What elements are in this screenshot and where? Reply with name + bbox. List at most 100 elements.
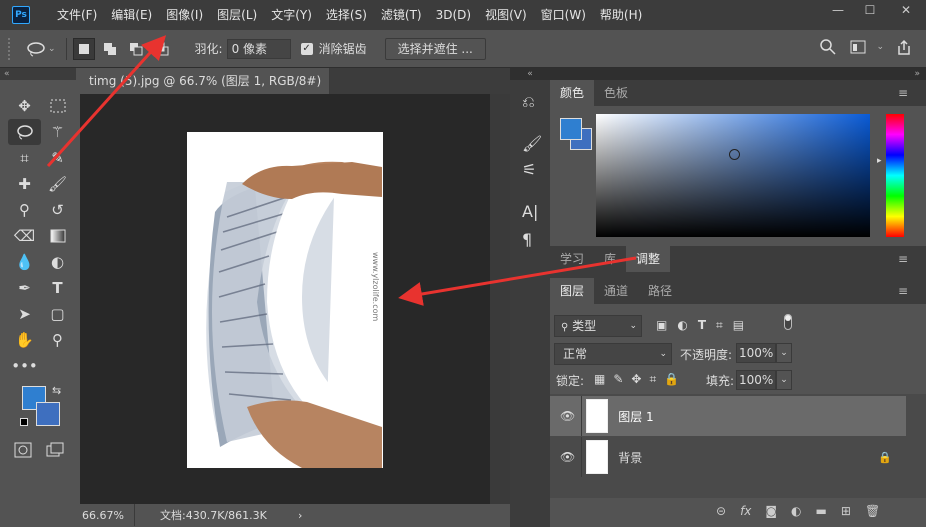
- close-button[interactable]: ✕: [886, 0, 926, 20]
- type-tool-icon[interactable]: T: [41, 275, 74, 301]
- lock-artboard-icon[interactable]: ⌗: [649, 372, 656, 387]
- menu-item[interactable]: 图层(L): [210, 0, 264, 30]
- quick-mask-icon[interactable]: [14, 442, 32, 461]
- panel-menu-icon[interactable]: ≡: [888, 278, 918, 304]
- default-colors-icon[interactable]: [20, 418, 28, 426]
- clone-stamp-tool-icon[interactable]: ⚲: [8, 197, 41, 223]
- adjustments-sliders-icon[interactable]: ⚟: [522, 160, 536, 179]
- blur-tool-icon[interactable]: 💧: [8, 249, 41, 275]
- search-icon[interactable]: [820, 39, 836, 58]
- options-grip[interactable]: [8, 37, 12, 60]
- brush-settings-icon[interactable]: 🖌: [522, 134, 542, 153]
- share-icon[interactable]: [896, 39, 912, 58]
- panel-dock-header[interactable]: »: [550, 68, 926, 80]
- zoom-level[interactable]: 66.67%: [82, 506, 124, 526]
- visibility-eye-icon[interactable]: 👁: [560, 450, 575, 464]
- move-tool-icon[interactable]: ✥: [8, 93, 41, 119]
- collapse-panels-icon[interactable]: «: [510, 68, 550, 80]
- lock-position-icon[interactable]: ✥: [631, 372, 641, 387]
- fill-input[interactable]: 100%: [736, 370, 776, 390]
- menu-item[interactable]: 滤镜(T): [374, 0, 429, 30]
- document-tab[interactable]: timg (5).jpg @ 66.7% (图层 1, RGB/8#) * ×: [80, 68, 330, 114]
- marquee-tool-icon[interactable]: [41, 93, 74, 119]
- tab-adjustments[interactable]: 调整: [626, 246, 671, 272]
- paragraph-icon[interactable]: ¶: [522, 230, 532, 249]
- healing-brush-tool-icon[interactable]: ✚: [8, 171, 41, 197]
- hue-slider-marker[interactable]: ▸: [877, 156, 882, 166]
- layer-name[interactable]: 背景: [618, 449, 642, 466]
- blend-mode-select[interactable]: 正常 ⌄: [554, 343, 672, 365]
- tab-learn[interactable]: 学习: [550, 246, 594, 272]
- workspace-icon[interactable]: [850, 40, 866, 57]
- tools-panel-header[interactable]: «: [0, 68, 76, 80]
- eraser-tool-icon[interactable]: ⌫: [8, 223, 41, 249]
- menu-item[interactable]: 窗口(W): [534, 0, 593, 30]
- panel-menu-icon[interactable]: ≡: [888, 246, 918, 272]
- adjustment-layer-filter-icon[interactable]: ◐: [677, 318, 687, 333]
- layer-style-icon[interactable]: fx: [740, 504, 751, 518]
- subtract-from-selection-button[interactable]: [125, 38, 147, 60]
- delete-layer-icon[interactable]: 🗑: [865, 504, 880, 518]
- brush-tool-icon[interactable]: 🖌: [41, 171, 74, 197]
- background-color-swatch[interactable]: [36, 402, 60, 426]
- tab-color[interactable]: 颜色: [550, 80, 595, 106]
- lock-all-icon[interactable]: 🔒: [664, 372, 679, 387]
- menu-item[interactable]: 3D(D): [429, 0, 478, 30]
- document-image[interactable]: www.ylzolife.com: [187, 132, 383, 468]
- new-selection-button[interactable]: [72, 37, 95, 60]
- select-and-mask-button[interactable]: 选择并遮住 ...: [384, 37, 486, 60]
- add-mask-icon[interactable]: ◙: [765, 504, 777, 518]
- panel-menu-icon[interactable]: ≡: [888, 80, 918, 106]
- antialias-checkbox[interactable]: ✓: [300, 42, 313, 55]
- layer-filter-select[interactable]: ⚲ 类型 ⌄: [554, 315, 642, 337]
- dodge-tool-icon[interactable]: ◐: [41, 249, 74, 275]
- menu-item[interactable]: 视图(V): [478, 0, 534, 30]
- layer-name[interactable]: 图层 1: [618, 408, 653, 425]
- magic-wand-tool-icon[interactable]: ⚚: [41, 119, 74, 145]
- crop-tool-icon[interactable]: ⌗: [8, 145, 41, 171]
- color-panel-fg-front[interactable]: [560, 118, 582, 140]
- menu-item[interactable]: 文字(Y): [264, 0, 319, 30]
- menu-item[interactable]: 编辑(E): [104, 0, 159, 30]
- intersect-selection-button[interactable]: [151, 38, 173, 60]
- history-brush-tool-icon[interactable]: ↺: [41, 197, 74, 223]
- new-layer-icon[interactable]: ⊞: [841, 504, 851, 518]
- add-to-selection-button[interactable]: [99, 38, 121, 60]
- menu-item[interactable]: 文件(F): [50, 0, 104, 30]
- more-tools-icon[interactable]: •••: [8, 353, 41, 379]
- lock-icon[interactable]: 🔒: [878, 451, 892, 464]
- status-menu-arrow[interactable]: ›: [298, 506, 302, 526]
- smart-object-filter-icon[interactable]: ▤: [733, 318, 744, 333]
- path-selection-tool-icon[interactable]: ➤: [8, 301, 41, 327]
- minimize-button[interactable]: —: [822, 0, 854, 20]
- character-icon[interactable]: A|: [522, 202, 538, 221]
- new-adjustment-layer-icon[interactable]: ◐: [791, 504, 801, 518]
- pen-tool-icon[interactable]: ✒: [8, 275, 41, 301]
- feather-input[interactable]: 0 像素: [226, 38, 291, 59]
- screen-mode-icon[interactable]: [46, 442, 64, 461]
- menu-item[interactable]: 选择(S): [319, 0, 374, 30]
- maximize-button[interactable]: ☐: [854, 0, 886, 20]
- fill-slider-toggle[interactable]: ⌄: [776, 370, 792, 390]
- tab-libraries[interactable]: 库: [594, 246, 626, 272]
- history-icon[interactable]: ⎌: [522, 92, 535, 112]
- layer-row[interactable]: 👁 背景 🔒: [550, 437, 906, 477]
- vertical-scrollbar[interactable]: [490, 94, 510, 504]
- shape-layer-filter-icon[interactable]: ⌗: [716, 318, 723, 333]
- lock-transparent-pixels-icon[interactable]: ▦: [594, 372, 605, 387]
- new-group-icon[interactable]: ▬: [816, 504, 827, 518]
- hue-slider[interactable]: [886, 114, 904, 237]
- zoom-tool-icon[interactable]: ⚲: [41, 327, 74, 353]
- eyedropper-tool-icon[interactable]: ✎: [41, 145, 74, 171]
- swap-colors-icon[interactable]: ⇆: [52, 384, 61, 397]
- color-field[interactable]: [596, 114, 870, 237]
- menu-item[interactable]: 图像(I): [159, 0, 210, 30]
- filter-toggle[interactable]: [784, 314, 792, 330]
- lasso-tool-icon[interactable]: [8, 119, 41, 145]
- color-picker-ring[interactable]: [729, 149, 740, 160]
- type-layer-filter-icon[interactable]: T: [698, 318, 706, 333]
- tab-channels[interactable]: 通道: [594, 278, 638, 304]
- opacity-slider-toggle[interactable]: ⌄: [776, 343, 792, 363]
- workspace-chevron-icon[interactable]: ⌄: [876, 42, 884, 52]
- opacity-input[interactable]: 100%: [736, 343, 776, 363]
